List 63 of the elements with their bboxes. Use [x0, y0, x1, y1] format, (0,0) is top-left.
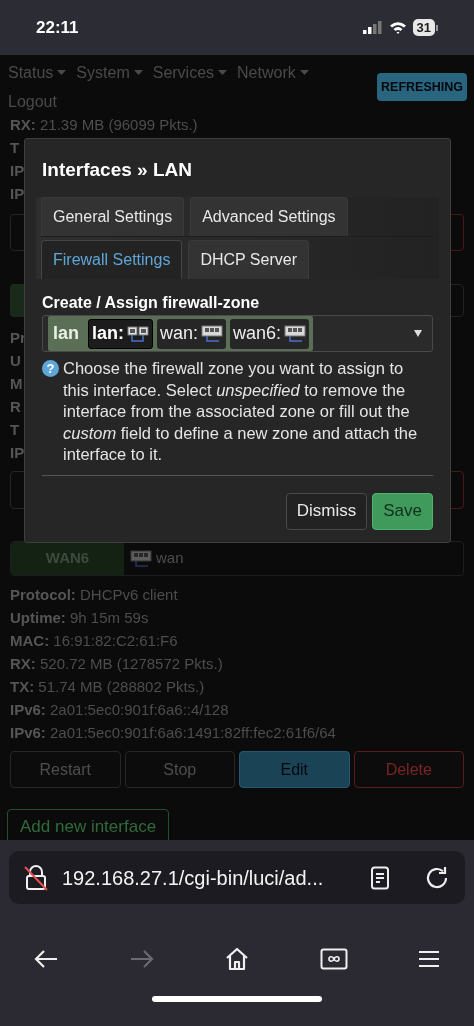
stat-label: Pr — [10, 329, 26, 346]
stat-line: TX: 51.74 MB (288802 Pkts.) — [10, 678, 205, 695]
reader-view-icon[interactable] — [370, 865, 390, 890]
stat-label: R — [10, 398, 21, 415]
zone-select[interactable]: lan lan: wan: wan6: — [42, 315, 433, 352]
stat-line: IPv6: 2a01:5ec0:901f:6a6::4/128 — [10, 701, 229, 718]
dismiss-button[interactable]: Dismiss — [285, 492, 368, 530]
stat-label: U — [10, 352, 21, 369]
logout-link[interactable]: Logout — [0, 91, 57, 113]
stat-line: MAC: 16:91:82:C2:61:F6 — [10, 632, 178, 649]
network-chip[interactable]: wan: — [157, 318, 227, 349]
save-button[interactable]: Save — [372, 492, 433, 530]
network-port-icon — [201, 323, 224, 344]
caret-icon — [218, 70, 228, 76]
nav-menu-item[interactable]: System — [76, 61, 143, 85]
clock-time: 22:11 — [36, 16, 79, 39]
device-name: wan — [156, 548, 184, 569]
wifi-icon — [388, 21, 407, 34]
status-badge: REFRESHING — [377, 73, 467, 101]
reload-icon[interactable] — [424, 864, 450, 891]
home-icon[interactable] — [224, 945, 250, 972]
network-ports-icon — [127, 323, 150, 344]
stat-label: T — [10, 421, 20, 438]
nav-menu-item[interactable]: Network — [237, 61, 309, 85]
dropdown-caret-icon — [414, 330, 422, 337]
tabs-icon[interactable] — [319, 947, 348, 970]
tab[interactable]: General Settings — [41, 197, 185, 236]
stat-line: RX: 520.72 MB (1278572 Pkts.) — [10, 655, 223, 672]
network-port-icon — [130, 548, 152, 569]
field-label: Create / Assign firewall-zone — [41, 293, 261, 313]
network-port-icon — [284, 323, 307, 344]
url-text: 192.168.27.1/cgi-bin/luci/ad... — [62, 865, 325, 891]
battery-indicator: 31 — [412, 19, 435, 36]
signal-icon — [362, 21, 383, 34]
help-text: Choose the firewall zone you want to assign to this interface. Select unspecified to remove the interface from the associated zone or fill out the custom field to define a new zone and attach the interface to it. — [63, 358, 419, 465]
stat-label: IP — [10, 162, 25, 179]
modal-title: Interfaces » LAN — [41, 158, 193, 182]
stat-label: M — [10, 375, 23, 392]
stat-line: IPv6: 2a01:5ec0:901f:6a6:1491:82ff:fec2:61f6/64 — [10, 724, 336, 741]
rx-stat: RX: 21.39 MB (96099 Pkts.) — [10, 116, 198, 133]
help-icon: ? — [42, 360, 59, 377]
caret-icon — [299, 70, 309, 76]
stat-label: T — [10, 139, 20, 156]
nav-menu-item[interactable]: Services — [152, 61, 228, 85]
caret-icon — [57, 70, 67, 76]
insecure-lock-icon — [24, 864, 48, 891]
stat-label: IP — [10, 444, 25, 461]
caret-icon — [133, 70, 143, 76]
tab[interactable]: Advanced Settings — [190, 197, 348, 236]
nav-menu-item[interactable]: Status — [8, 61, 67, 85]
stat-label: IP — [10, 185, 25, 202]
menu-icon[interactable] — [417, 948, 441, 969]
address-bar[interactable]: 192.168.27.1/cgi-bin/luci/ad... — [9, 851, 465, 904]
action-button[interactable]: Stop — [124, 751, 235, 788]
network-chip[interactable]: wan6: — [230, 318, 310, 349]
action-button[interactable]: Restart — [10, 751, 121, 788]
stat-line: Uptime: 9h 15m 59s — [10, 609, 149, 626]
back-icon[interactable] — [33, 948, 59, 969]
tab[interactable]: Firewall Settings — [41, 240, 183, 279]
stat-line: Protocol: DHCPv6 client — [10, 586, 178, 603]
zone-tag: lan — [48, 320, 84, 347]
tab[interactable]: DHCP Server — [188, 240, 309, 279]
network-chip[interactable]: lan: — [88, 318, 154, 349]
